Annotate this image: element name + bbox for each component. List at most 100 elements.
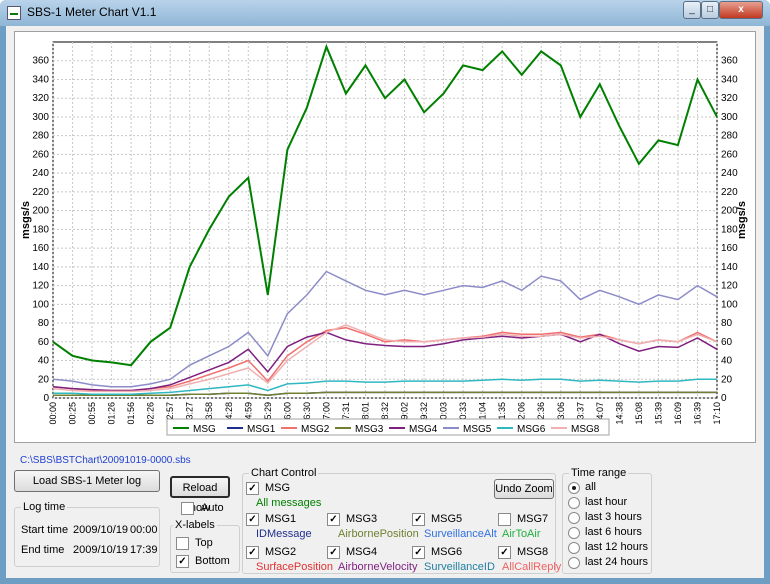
y-tick-label: 120 <box>32 281 49 292</box>
msg2-checkbox[interactable]: ✓ <box>246 546 259 559</box>
xlabels-bottom-checkbox[interactable]: ✓ <box>176 555 189 568</box>
y-axis-label-right: msgs/s <box>736 201 748 239</box>
msg3-desc: AirbornePosition <box>338 528 419 540</box>
msg6-desc: SurveillanceID <box>424 561 495 573</box>
legend-label-msg2: MSG2 <box>301 424 330 435</box>
y-tick-label: 60 <box>38 337 50 348</box>
time-range-last-6-hours-radio[interactable] <box>568 527 580 539</box>
time-range-last-hour-radio[interactable] <box>568 497 580 509</box>
xlabels-top-checkbox[interactable] <box>176 537 189 550</box>
y-tick-label: 160 <box>32 243 49 254</box>
y-tick-label-right: 360 <box>721 56 738 67</box>
log-time-group: Log time Start time 2009/10/19 00:00 End… <box>14 501 160 567</box>
time-range-last-3-hours-radio[interactable] <box>568 512 580 524</box>
msg1-desc: IDMessage <box>256 528 312 540</box>
msg4-checkbox[interactable]: ✓ <box>327 546 340 559</box>
y-tick-label-right: 320 <box>721 93 738 104</box>
y-tick-label-right: 260 <box>721 149 738 160</box>
y-tick-label-right: 140 <box>721 262 738 273</box>
undo-zoom-button[interactable]: Undo Zoom <box>494 479 554 499</box>
auto-label: Auto <box>201 502 224 514</box>
y-tick-label-right: 120 <box>721 281 738 292</box>
y-tick-label: 240 <box>32 168 49 179</box>
legend-label-msg3: MSG3 <box>355 424 384 435</box>
end-time-label: End time <box>21 544 65 556</box>
y-tick-label: 220 <box>32 187 49 198</box>
y-tick-label-right: 300 <box>721 112 738 123</box>
x-tick-label: 15:08 <box>634 402 644 425</box>
auto-checkbox[interactable] <box>181 502 194 515</box>
legend-label-msg1: MSG1 <box>247 424 276 435</box>
msg8-checkbox[interactable]: ✓ <box>498 546 511 559</box>
msg4-desc: AirborneVelocity <box>338 561 418 573</box>
x-tick-label: 00:55 <box>87 402 97 425</box>
time-range-last-24-hours-radio[interactable] <box>568 557 580 569</box>
chart-control-group: Chart Control ✓ MSG All messages Undo Zo… <box>242 467 561 574</box>
msg3-checkbox[interactable]: ✓ <box>327 513 340 526</box>
close-button[interactable]: x <box>719 1 763 19</box>
msg8-label: MSG8 <box>517 546 549 558</box>
y-tick-label-right: 220 <box>721 187 738 198</box>
msg5-checkbox[interactable]: ✓ <box>412 513 425 526</box>
end-time-value: 17:39 <box>130 544 158 556</box>
maximize-button[interactable]: □ <box>701 1 719 19</box>
y-tick-label: 180 <box>32 224 49 235</box>
y-tick-label: 280 <box>32 131 49 142</box>
y-tick-label: 360 <box>32 56 49 67</box>
msg8-desc: AllCallReply <box>502 561 562 573</box>
load-log-button[interactable]: Load SBS-1 Meter log <box>14 470 160 492</box>
msg4-label: MSG4 <box>346 546 378 558</box>
y-tick-label: 100 <box>32 299 49 310</box>
time-range-all-radio[interactable] <box>568 482 580 494</box>
y-tick-label-right: 100 <box>721 299 738 310</box>
legend-label-msg5: MSG5 <box>463 424 492 435</box>
y-tick-label-right: 340 <box>721 74 738 85</box>
legend-label-msg6: MSG6 <box>517 424 546 435</box>
y-axis-label: msgs/s <box>20 201 32 239</box>
x-tick-label: 02:26 <box>146 402 156 425</box>
x-tick-label: 01:26 <box>107 402 117 425</box>
log-time-title: Log time <box>21 501 68 513</box>
chart-app-icon <box>7 6 21 20</box>
time-range-last-hour-label: last hour <box>585 496 628 508</box>
start-time-label: Start time <box>21 524 69 536</box>
chart-control-title: Chart Control <box>249 467 319 479</box>
y-tick-label: 340 <box>32 74 49 85</box>
msg5-desc: SurveillanceAlt <box>424 528 497 540</box>
start-date-value: 2009/10/19 <box>73 524 129 536</box>
time-range-last-24-hours-label: last 24 hours <box>585 556 648 568</box>
y-tick-label-right: 240 <box>721 168 738 179</box>
legend-label-msg8: MSG8 <box>571 424 600 435</box>
x-tick-label: 14:38 <box>614 402 624 425</box>
msg7-checkbox[interactable] <box>498 513 511 526</box>
time-range-last-12-hours-label: last 12 hours <box>585 541 648 553</box>
time-range-last-6-hours-label: last 6 hours <box>585 526 642 538</box>
y-tick-label: 80 <box>38 318 50 329</box>
msg2-desc: SurfacePosition <box>256 561 334 573</box>
chart-panel[interactable]: 0 0 20 20 40 40 60 60 80 80 100 100 120 120 140 140 160 1… <box>14 31 756 443</box>
x-tick-label: 16:39 <box>692 402 702 425</box>
end-date-value: 2009/10/19 <box>73 544 129 556</box>
msg1-checkbox[interactable]: ✓ <box>246 513 259 526</box>
title-bar[interactable]: SBS-1 Meter Chart V1.1 _ □ x <box>0 0 770 26</box>
y-tick-label-right: 40 <box>721 356 733 367</box>
minimize-button[interactable]: _ <box>683 1 701 19</box>
msg-desc: All messages <box>256 497 322 509</box>
y-tick-label: 320 <box>32 93 49 104</box>
xlabels-title: X-labels <box>173 519 217 531</box>
msg7-desc: AirToAir <box>502 528 541 540</box>
time-range-last-12-hours-radio[interactable] <box>568 542 580 554</box>
msg7-label: MSG7 <box>517 513 549 525</box>
line-chart[interactable]: 0 020 2040 4060 6080 80100 100120 120140 140160 1… <box>15 32 755 442</box>
x-tick-label: 01:56 <box>126 402 136 425</box>
y-tick-label-right: 280 <box>721 131 738 142</box>
y-tick-label: 260 <box>32 149 49 160</box>
msg-checkbox[interactable]: ✓ <box>246 482 259 495</box>
legend-label-msg: MSG <box>193 424 216 435</box>
reload-now-button[interactable]: Reload now <box>170 476 230 514</box>
msg1-label: MSG1 <box>265 513 297 525</box>
msg3-label: MSG3 <box>346 513 378 525</box>
msg-label: MSG <box>265 482 291 494</box>
time-range-title: Time range <box>569 467 629 479</box>
msg6-checkbox[interactable]: ✓ <box>412 546 425 559</box>
